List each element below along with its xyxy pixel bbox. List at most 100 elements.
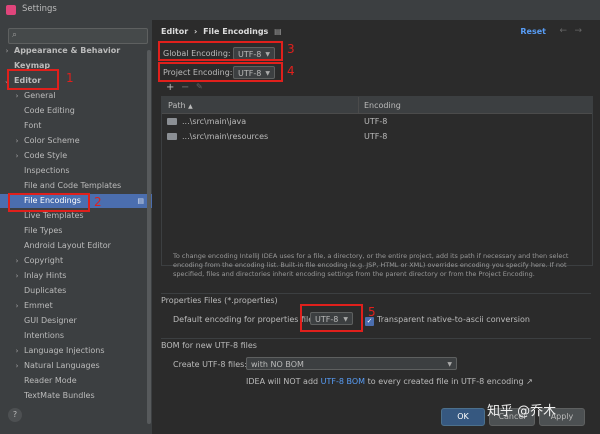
sidebar-item-label: Code Style bbox=[24, 151, 68, 160]
sidebar-item-label: Duplicates bbox=[24, 286, 67, 295]
annotation-box-properties-encoding bbox=[300, 304, 363, 332]
path-toolbar: + − ✎ bbox=[161, 82, 591, 96]
sidebar-item[interactable]: Font bbox=[0, 119, 152, 133]
sidebar-item[interactable]: › Emmet bbox=[0, 299, 152, 313]
sidebar-item[interactable]: Inspections bbox=[0, 164, 152, 178]
bom-value: with NO BOM bbox=[251, 360, 304, 369]
chevron-right-icon[interactable]: › bbox=[3, 44, 11, 58]
sidebar-item[interactable]: › Copyright bbox=[0, 254, 152, 268]
chevron-right-icon[interactable]: › bbox=[13, 134, 21, 148]
sidebar-item[interactable]: › Natural Languages bbox=[0, 359, 152, 373]
app-icon bbox=[6, 5, 16, 15]
sidebar-item[interactable]: › Appearance & Behavior bbox=[0, 44, 152, 58]
column-header-path[interactable]: Path ▲ bbox=[168, 101, 193, 110]
forward-arrow-icon[interactable]: → bbox=[574, 26, 582, 36]
path-cell: ...\src\main\java bbox=[182, 117, 247, 126]
help-button[interactable]: ? bbox=[8, 408, 22, 422]
add-icon[interactable]: + bbox=[166, 82, 174, 93]
sidebar-item[interactable]: File and Code Templates bbox=[0, 179, 152, 193]
folder-icon bbox=[167, 118, 177, 125]
annotation-number-3: 3 bbox=[287, 42, 295, 56]
settings-content: Editor › File Encodings ▤ Reset ← → Glob… bbox=[153, 20, 600, 434]
divider bbox=[161, 338, 591, 339]
divider bbox=[161, 293, 591, 294]
column-divider[interactable] bbox=[358, 97, 359, 113]
sidebar-item[interactable]: Reader Mode bbox=[0, 374, 152, 388]
table-row[interactable]: ...\src\main\resources UTF-8 bbox=[162, 129, 592, 144]
native-to-ascii-label[interactable]: Transparent native-to-ascii conversion bbox=[377, 315, 530, 324]
sidebar-item-label: Inlay Hints bbox=[24, 271, 67, 280]
sidebar-scrollbar[interactable] bbox=[147, 50, 151, 424]
properties-default-label: Default encoding for properties files: bbox=[173, 315, 321, 324]
sidebar-item[interactable]: Android Layout Editor bbox=[0, 239, 152, 253]
chevron-right-icon[interactable]: › bbox=[13, 254, 21, 268]
sidebar-item-label: Code Editing bbox=[24, 106, 75, 115]
reset-link[interactable]: Reset bbox=[520, 27, 546, 36]
chevron-right-icon[interactable]: › bbox=[13, 269, 21, 283]
sidebar-item[interactable]: Code Editing bbox=[0, 104, 152, 118]
annotation-number-5: 5 bbox=[368, 305, 376, 319]
sidebar-item-label: Intentions bbox=[24, 331, 65, 340]
breadcrumb-page: File Encodings bbox=[203, 27, 269, 36]
watermark: 知乎 @乔木 bbox=[487, 404, 557, 419]
sidebar-item[interactable]: › Color Scheme bbox=[0, 134, 152, 148]
title-bar: Settings bbox=[0, 0, 600, 21]
sidebar-item[interactable]: Duplicates bbox=[0, 284, 152, 298]
sidebar-item[interactable]: TextMate Bundles bbox=[0, 389, 152, 403]
column-header-encoding[interactable]: Encoding bbox=[364, 101, 401, 110]
create-utf8-label: Create UTF-8 files: bbox=[173, 360, 248, 369]
annotation-box-project-encoding bbox=[158, 62, 283, 82]
sidebar-item[interactable]: › Language Injections bbox=[0, 344, 152, 358]
breadcrumb: Editor › File Encodings ▤ bbox=[161, 27, 282, 36]
annotation-number-4: 4 bbox=[287, 64, 295, 78]
sidebar-item[interactable]: Intentions bbox=[0, 329, 152, 343]
edit-icon[interactable]: ✎ bbox=[196, 82, 203, 91]
sidebar-item[interactable]: › General bbox=[0, 89, 152, 103]
remove-icon[interactable]: − bbox=[181, 82, 189, 93]
encoding-cell[interactable]: UTF-8 bbox=[364, 129, 387, 144]
chevron-right-icon[interactable]: › bbox=[13, 89, 21, 103]
annotation-box-global-encoding bbox=[158, 41, 283, 61]
sidebar-item[interactable]: File Types bbox=[0, 224, 152, 238]
sidebar-item-label: General bbox=[24, 91, 56, 100]
search-icon: ⌕ bbox=[12, 30, 18, 40]
sidebar-item-label: File Types bbox=[24, 226, 63, 235]
sidebar-item-label: Reader Mode bbox=[24, 376, 77, 385]
chevron-right-icon[interactable]: › bbox=[13, 359, 21, 373]
sidebar-item[interactable]: › Inlay Hints bbox=[0, 269, 152, 283]
bom-select[interactable]: with NO BOM ▼ bbox=[246, 357, 457, 370]
ok-button[interactable]: OK bbox=[441, 408, 485, 426]
chevron-right-icon[interactable]: › bbox=[13, 149, 21, 163]
encoding-cell[interactable]: UTF-8 bbox=[364, 114, 387, 129]
sidebar-item-label: Android Layout Editor bbox=[24, 241, 111, 250]
annotation-number-2: 2 bbox=[94, 195, 102, 209]
chevron-right-icon[interactable]: › bbox=[13, 344, 21, 358]
page-settings-icon: ▤ bbox=[274, 27, 282, 36]
path-cell: ...\src\main\resources bbox=[182, 132, 269, 141]
utf8-bom-link[interactable]: UTF-8 BOM bbox=[321, 377, 365, 386]
sidebar-item-label: GUI Designer bbox=[24, 316, 77, 325]
breadcrumb-separator: › bbox=[194, 27, 198, 36]
annotation-number-1: 1 bbox=[66, 71, 74, 85]
sidebar-item-label: Appearance & Behavior bbox=[14, 46, 121, 55]
sort-ascending-icon: ▲ bbox=[188, 103, 193, 110]
annotation-box-editor bbox=[7, 69, 59, 90]
sidebar-item[interactable]: › Code Style bbox=[0, 149, 152, 163]
search-input[interactable]: ⌕ bbox=[8, 28, 148, 44]
chevron-right-icon[interactable]: › bbox=[13, 299, 21, 313]
sidebar-item-label: File and Code Templates bbox=[24, 181, 122, 190]
back-arrow-icon[interactable]: ← bbox=[559, 26, 567, 36]
sidebar-item-label: Color Scheme bbox=[24, 136, 80, 145]
sidebar-item-label: Emmet bbox=[24, 301, 53, 310]
properties-section-title: Properties Files (*.properties) bbox=[161, 296, 278, 305]
dropdown-arrow-icon: ▼ bbox=[447, 361, 452, 368]
project-settings-icon: ▤ bbox=[137, 197, 144, 205]
sidebar-item-label: TextMate Bundles bbox=[24, 391, 95, 400]
sidebar-item[interactable]: GUI Designer bbox=[0, 314, 152, 328]
breadcrumb-root[interactable]: Editor bbox=[161, 27, 188, 36]
sidebar-item-label: Language Injections bbox=[24, 346, 105, 355]
sidebar-item-label: Natural Languages bbox=[24, 361, 100, 370]
sidebar-item-label: Copyright bbox=[24, 256, 64, 265]
table-row[interactable]: ...\src\main\java UTF-8 bbox=[162, 114, 592, 129]
encoding-hint-text: To change encoding IntelliJ IDEA uses fo… bbox=[173, 252, 569, 278]
